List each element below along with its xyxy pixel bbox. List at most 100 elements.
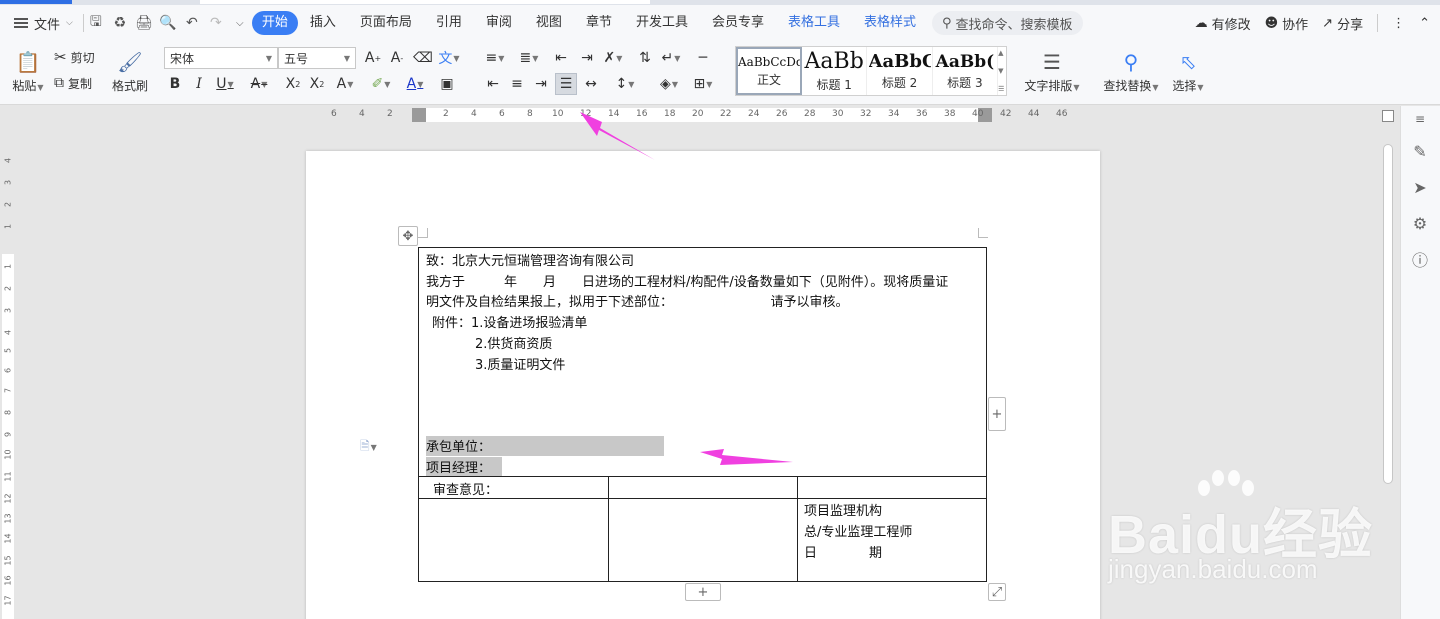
font-size-select[interactable]: 五号 ▼ [278, 47, 356, 69]
add-row-button[interactable]: + [685, 583, 721, 601]
bullet-list-icon[interactable]: ≡ ▼ [484, 47, 506, 69]
tab-table-tools[interactable]: 表格工具 [776, 11, 852, 35]
left-indent-marker[interactable] [412, 108, 426, 122]
borders-icon[interactable]: ⊞ ▼ [692, 73, 714, 95]
edit-pen-icon[interactable]: ✎ [1409, 140, 1431, 162]
collab-button[interactable]: ☻ 协作 [1265, 14, 1309, 33]
baidu-watermark: Baidu经验 jingyan.baidu.com [1100, 470, 1380, 590]
vertical-scrollbar[interactable] [1380, 124, 1396, 619]
shading-icon[interactable]: ◈ ▼ [658, 73, 680, 95]
undo-icon[interactable]: ↶ [180, 11, 204, 35]
format-painter-button[interactable]: 🖌 格式刷 [108, 45, 152, 97]
decrease-indent-icon[interactable]: ⇤ [550, 47, 572, 69]
cut-button[interactable]: ✂ 剪切 [54, 47, 95, 67]
pointer-icon[interactable]: ➤ [1409, 176, 1431, 198]
redo-icon[interactable]: ↷ [204, 11, 228, 35]
modified-button[interactable]: ☁ 有修改 [1195, 14, 1251, 33]
tab-stops-icon[interactable]: ─ [692, 47, 714, 69]
sort-icon[interactable]: ⇅ [634, 47, 656, 69]
search-input[interactable]: 查找命令、搜索模板 [956, 14, 1073, 33]
style-gallery-scroll[interactable]: ▲ ▼ ☰ [998, 47, 1006, 95]
tab-page-layout[interactable]: 页面布局 [348, 11, 424, 35]
select-button[interactable]: ⬁ 选择▼ [1168, 45, 1208, 97]
tab-home[interactable]: 开始 [251, 11, 298, 35]
document-window-tab[interactable] [200, 0, 650, 4]
ribbon: 📋 粘贴▼ ✂ 剪切 ⧉ 复制 🖌 格式刷 宋体 ▼ 五号 ▼ A + A- ⌫ 文 ▼ B… [0, 41, 1440, 105]
chinese-layout-icon[interactable]: ✗ ▼ [602, 47, 624, 69]
subscript-icon[interactable]: X2 [306, 73, 328, 95]
autosave-icon[interactable]: ♻ [108, 11, 132, 35]
clipboard-icon: 📋 [15, 49, 41, 74]
strikethrough-icon[interactable]: A ▼ [248, 73, 270, 95]
split-view-icon[interactable] [1382, 110, 1394, 122]
distributed-align-icon[interactable]: ↔ [580, 73, 602, 95]
underline-icon[interactable]: U ▼ [214, 73, 236, 95]
font-name-select[interactable]: 宋体 ▼ [164, 47, 278, 69]
clear-format-icon[interactable]: ⌫ [412, 47, 434, 69]
scrollbar-thumb[interactable] [1383, 144, 1393, 484]
add-column-button[interactable]: + [988, 397, 1006, 431]
style-heading-1[interactable]: AaBb 标题 1 [802, 47, 868, 95]
panel-menu-icon[interactable]: ≡ [1409, 108, 1431, 130]
body-line-1: 我方于 年 月 日进场的工程材料/构配件/设备数量如下（见附件）。现将质量证 [426, 275, 949, 290]
scissors-icon: ✂ [54, 48, 67, 66]
file-menu[interactable]: 文件 ⌵ [0, 10, 83, 36]
line-spacing-icon[interactable]: ↕ ▼ [614, 73, 636, 95]
print-preview-icon[interactable]: 🔍 [156, 11, 180, 35]
italic-icon[interactable]: I [188, 73, 210, 95]
hamburger-icon [14, 18, 28, 28]
attachment-1: 附件：1.设备进场报验清单 [432, 316, 588, 331]
show-marks-icon[interactable]: ↵ ▼ [660, 47, 682, 69]
align-right-icon[interactable]: ⇥ [530, 73, 552, 95]
table-resize-handle[interactable]: ⤢ [988, 583, 1006, 601]
bold-icon[interactable]: B [164, 73, 186, 95]
adjust-sliders-icon[interactable]: ⚙ [1409, 212, 1431, 234]
horizontal-ruler[interactable]: 6 4 2 2 4 6 8 10 12 14 16 18 20 22 24 26… [0, 106, 1380, 124]
attachment-3: 3.质量证明文件 [475, 358, 566, 373]
share-button[interactable]: ↗ 分享 [1322, 14, 1363, 33]
tab-insert[interactable]: 插入 [298, 11, 348, 35]
table-move-handle[interactable]: ✥ [398, 226, 418, 246]
paragraph-layout-icon[interactable]: 🗎▼ [360, 437, 377, 458]
quick-access-dropdown-icon[interactable]: ⌵ [228, 11, 252, 35]
decrease-font-icon[interactable]: A- [386, 47, 408, 69]
tab-view[interactable]: 视图 [524, 11, 574, 35]
tab-developer[interactable]: 开发工具 [624, 11, 700, 35]
style-heading-3[interactable]: AaBb( 标题 3 [933, 47, 999, 95]
search-icon: ⚲ [942, 15, 952, 31]
text-layout-button[interactable]: ☰ 文字排版▼ [1022, 45, 1082, 97]
save-icon[interactable]: 🖫 [84, 11, 108, 35]
vertical-ruler[interactable]: 4 3 2 1 1 2 3 4 5 6 7 8 9 10 11 12 13 14… [0, 124, 16, 619]
style-normal[interactable]: AaBbCcDd 正文 [736, 47, 802, 95]
increase-font-icon[interactable]: A + [362, 47, 384, 69]
active-window-tab-indicator [0, 0, 72, 4]
highlight-icon[interactable]: ✐ ▼ [370, 73, 392, 95]
supervisor-org: 项目监理机构 [804, 504, 883, 519]
tab-section[interactable]: 章节 [574, 11, 624, 35]
char-border-icon[interactable]: ▣ [436, 73, 458, 95]
tab-member[interactable]: 会员专享 [700, 11, 776, 35]
style-heading-2[interactable]: AaBbC 标题 2 [867, 47, 933, 95]
print-icon[interactable]: 🖨 [132, 11, 156, 35]
find-replace-button[interactable]: ⚲ 查找替换▼ [1100, 45, 1162, 97]
font-color-icon[interactable]: A ▼ [404, 73, 426, 95]
paste-button[interactable]: 📋 粘贴▼ [8, 45, 48, 97]
superscript-icon[interactable]: X2 [282, 73, 304, 95]
tab-references[interactable]: 引用 [424, 11, 474, 35]
align-center-icon[interactable]: ≡ [506, 73, 528, 95]
command-search[interactable]: ⚲ 查找命令、搜索模板 [932, 11, 1083, 35]
tab-review[interactable]: 审阅 [474, 11, 524, 35]
text-effect-icon[interactable]: A ▼ [334, 73, 356, 95]
collapse-ribbon-icon[interactable]: ⌃ [1419, 16, 1430, 31]
copy-button[interactable]: ⧉ 复制 [54, 73, 92, 93]
align-justify-icon[interactable]: ☰ [555, 73, 577, 95]
more-icon[interactable]: ⋮ [1392, 16, 1405, 31]
help-icon[interactable]: ⓘ [1409, 248, 1431, 270]
tab-table-style[interactable]: 表格样式 [852, 11, 928, 35]
supervisor-date: 日 期 [804, 546, 883, 561]
increase-indent-icon[interactable]: ⇥ [576, 47, 598, 69]
numbered-list-icon[interactable]: ≣ ▼ [518, 47, 540, 69]
phonetic-icon[interactable]: 文 ▼ [438, 47, 460, 69]
chevron-down-icon: ⌵ [66, 18, 73, 28]
align-left-icon[interactable]: ⇤ [482, 73, 504, 95]
